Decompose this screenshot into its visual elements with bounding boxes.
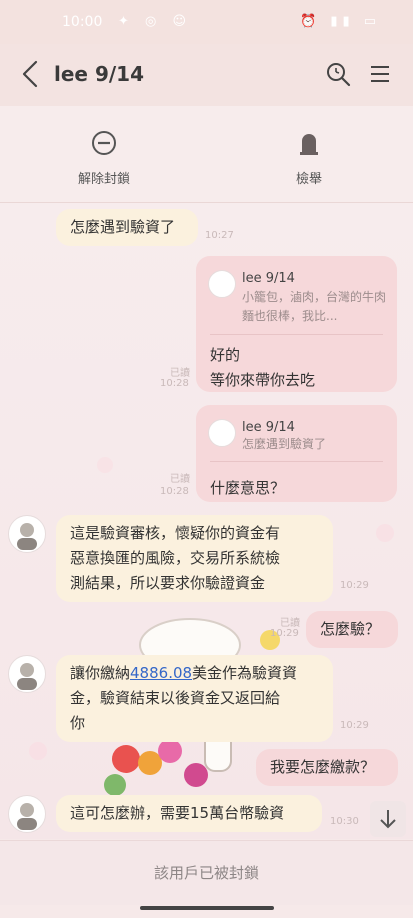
- reply-text: 小籠包，滷肉，台灣的牛肉麵也很棒，我比...: [242, 290, 387, 323]
- message-outgoing[interactable]: lee 9/14 怎麼遇到驗資了 什麼意思？: [196, 405, 397, 502]
- home-indicator[interactable]: [140, 906, 274, 910]
- back-arrow-icon: [22, 60, 38, 88]
- report-label: 檢舉: [295, 172, 322, 187]
- message-time: 10:29: [340, 720, 369, 731]
- message-text: 什麼意思？: [210, 479, 286, 497]
- read-receipt: 已讀: [280, 618, 300, 629]
- message-incoming[interactable]: 讓你繳納4886.08美金作為驗資資 金，驗資結束以後資金又返回給 你: [56, 655, 333, 742]
- chat-title: lee 9/14: [54, 62, 144, 86]
- message-time: 10:30: [330, 816, 359, 827]
- scroll-down-icon: [380, 810, 396, 829]
- read-receipt: 已讀: [170, 474, 190, 485]
- blocked-notice: 該用戶已被封鎖: [153, 864, 259, 882]
- message-incoming[interactable]: 怎麼遇到驗資了: [56, 209, 198, 246]
- avatar: [208, 419, 236, 447]
- message-outgoing[interactable]: 怎麼驗？: [306, 611, 398, 648]
- amount-link[interactable]: 4886.08: [130, 664, 192, 682]
- message-text: 怎麼遇到驗資了: [70, 218, 176, 236]
- reply-quote[interactable]: lee 9/14 怎麼遇到驗資了: [208, 411, 383, 462]
- unblock-icon: [44, 128, 164, 162]
- message-incoming[interactable]: 這是驗資審核，懷疑你的資金有 惡意換匯的風險，交易所系統檢 測結果，所以要求你驗…: [56, 515, 333, 602]
- message-time: 10:28: [160, 378, 189, 389]
- back-button[interactable]: [18, 56, 46, 92]
- message-text: 怎麼驗？: [320, 620, 381, 638]
- notification-icons: ✦ ◎ ☺: [118, 14, 193, 29]
- menu-button[interactable]: [366, 60, 394, 88]
- read-receipt: 已讀: [170, 368, 190, 379]
- message-text: 我要怎麼繳款？: [270, 758, 376, 776]
- message-text: 這可怎麼辦，需要15萬台幣驗資: [70, 804, 285, 822]
- message-time: 10:27: [205, 230, 234, 241]
- status-time: 10:00: [62, 14, 103, 30]
- reply-text: 怎麼遇到驗資了: [242, 437, 327, 451]
- unblock-label: 解除封鎖: [77, 172, 130, 187]
- search-icon: [327, 63, 351, 87]
- avatar[interactable]: [8, 795, 46, 833]
- menu-icon: [371, 66, 389, 82]
- message-text: 好的 等你來帶你去吃: [210, 346, 316, 389]
- avatar: [208, 270, 236, 298]
- message-outgoing[interactable]: 我要怎麼繳款？: [256, 749, 398, 786]
- report-icon: [249, 128, 369, 162]
- message-outgoing[interactable]: lee 9/14 小籠包，滷肉，台灣的牛肉麵也很棒，我比... 好的 等你來帶你…: [196, 256, 397, 392]
- message-time: 10:29: [270, 628, 299, 639]
- unblock-button[interactable]: 解除封鎖: [44, 128, 164, 187]
- reply-quote[interactable]: lee 9/14 小籠包，滷肉，台灣的牛肉麵也很棒，我比...: [208, 262, 386, 335]
- scroll-down-button[interactable]: [370, 801, 406, 837]
- search-button[interactable]: [324, 60, 352, 88]
- message-time: 10:29: [340, 580, 369, 591]
- avatar[interactable]: [8, 655, 46, 693]
- system-icons: ⏰ ▮▮ ▭: [300, 14, 382, 29]
- report-button[interactable]: 檢舉: [249, 128, 369, 187]
- avatar[interactable]: [8, 515, 46, 553]
- message-time: 10:28: [160, 486, 189, 497]
- message-incoming[interactable]: 這可怎麼辦，需要15萬台幣驗資: [56, 795, 322, 832]
